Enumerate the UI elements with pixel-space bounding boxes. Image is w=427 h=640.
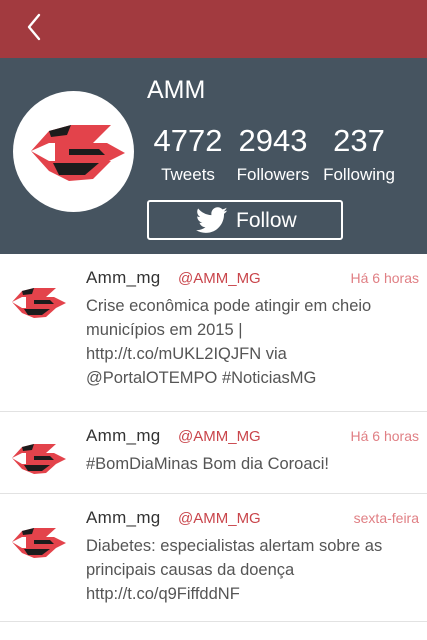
tweet-item[interactable]: Amm_mg @AMM_MG Há 6 horas Crise econômic… bbox=[0, 254, 427, 412]
tweets-label: Tweets bbox=[161, 165, 215, 184]
tweet-text: Crise econômica pode atingir em cheio mu… bbox=[86, 297, 372, 387]
amm-logo-icon bbox=[12, 444, 66, 474]
following-label: Following bbox=[323, 165, 395, 184]
amm-logo-icon bbox=[31, 125, 125, 181]
profile-avatar bbox=[13, 91, 134, 212]
tweet-timestamp: Há 6 horas bbox=[350, 428, 419, 444]
twitter-bird-icon bbox=[196, 207, 228, 233]
tweet-author-name[interactable]: Amm_mg bbox=[86, 508, 161, 528]
stat-tweets[interactable]: 4772 Tweets bbox=[147, 124, 229, 186]
followers-label: Followers bbox=[236, 165, 310, 184]
follow-button[interactable]: Follow bbox=[147, 200, 343, 240]
tweet-author-name[interactable]: Amm_mg bbox=[86, 268, 161, 288]
tweet-item[interactable]: Amm_mg @AMM_MG sexta-feira Diabetes: esp… bbox=[0, 494, 427, 622]
chevron-left-icon bbox=[27, 13, 41, 41]
back-button[interactable] bbox=[18, 10, 52, 44]
profile-header: AMM 4772 Tweets 2943 Followers 237 Follo… bbox=[0, 58, 427, 254]
profile-name: AMM bbox=[147, 76, 206, 104]
stat-followers[interactable]: 2943 Followers bbox=[236, 124, 310, 186]
tweet-timestamp: sexta-feira bbox=[353, 510, 419, 526]
tweet-author-handle[interactable]: @AMM_MG bbox=[178, 510, 261, 527]
tweet-item[interactable]: Amm_mg @AMM_MG Há 6 horas #BomDiaMinas B… bbox=[0, 412, 427, 494]
stat-following[interactable]: 237 Following bbox=[321, 124, 397, 186]
tweet-author-name[interactable]: Amm_mg bbox=[86, 426, 161, 446]
tweets-count: 4772 bbox=[153, 123, 223, 158]
follow-label: Follow bbox=[236, 209, 297, 232]
tweet-text: Diabetes: especialistas alertam sobre as… bbox=[86, 537, 383, 603]
tweet-author-handle[interactable]: @AMM_MG bbox=[178, 428, 261, 445]
tweet-text: #BomDiaMinas Bom dia Coroaci! bbox=[86, 455, 330, 473]
following-count: 237 bbox=[333, 123, 385, 158]
tweet-author-handle[interactable]: @AMM_MG bbox=[178, 270, 261, 287]
amm-logo-icon bbox=[12, 288, 66, 318]
followers-count: 2943 bbox=[238, 123, 308, 158]
top-bar bbox=[0, 0, 427, 58]
tweet-timestamp: Há 6 horas bbox=[350, 270, 419, 286]
amm-logo-icon bbox=[12, 528, 66, 558]
